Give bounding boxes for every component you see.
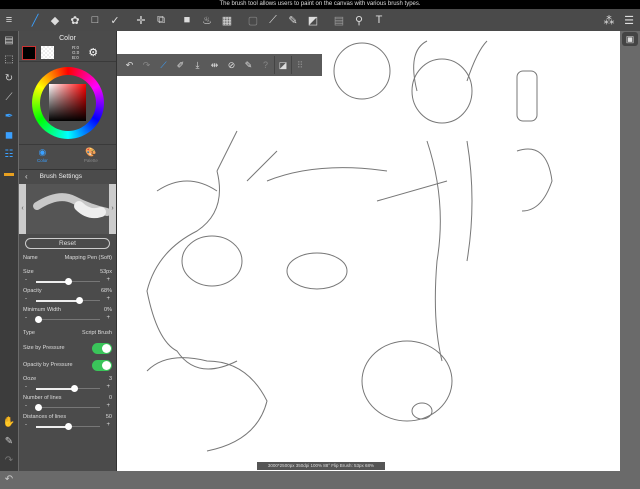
redo-icon[interactable]: ↷ <box>138 56 155 74</box>
name-label: Name <box>23 254 38 261</box>
text-icon[interactable]: T <box>370 11 388 29</box>
ruler-icon[interactable]: ⟋ <box>0 88 18 107</box>
bucket-icon[interactable]: ♨ <box>198 11 216 29</box>
ooze-slider[interactable]: - + <box>23 383 112 393</box>
name-value[interactable]: Mapping Pen (Soft) <box>65 255 112 261</box>
brush-settings-title: Brush Settings <box>39 173 82 180</box>
gear-icon[interactable]: ⚙ <box>88 46 98 59</box>
import-icon[interactable]: ⤓ <box>189 56 206 74</box>
brush-preview: ‹ › <box>19 184 116 234</box>
side-panel: Color R:0 G:0 B:0 ⚙ ◉ Color 🎨 Palette ‹ Br… <box>19 31 117 471</box>
color-panel-title: Color <box>59 35 76 42</box>
eyedropper-icon[interactable]: ✎ <box>0 432 18 451</box>
color-wheel[interactable] <box>31 67 104 139</box>
panel-toggle-icon[interactable]: ▣ <box>622 32 638 46</box>
minwidth-slider[interactable]: - + <box>23 314 112 324</box>
sub-color-swatch[interactable] <box>41 46 54 59</box>
edit-icon[interactable]: ✎ <box>240 56 257 74</box>
b-value: B:0 <box>72 55 79 60</box>
layers-icon[interactable]: ☰ <box>620 11 638 29</box>
check-icon[interactable]: ✓ <box>106 11 124 29</box>
lasso-fill-icon[interactable]: ◩ <box>304 11 322 29</box>
help-icon[interactable]: ? <box>257 56 274 74</box>
type-label: Type <box>23 329 35 336</box>
grip-icon[interactable]: ⠿ <box>291 56 308 74</box>
hand-icon[interactable]: ✋ <box>0 413 18 432</box>
eraser-icon[interactable]: ✐ <box>172 56 189 74</box>
rotate-icon[interactable]: ↻ <box>0 69 18 88</box>
opacity-pressure-label: Opacity by Pressure <box>23 362 73 368</box>
distance-value: 50 <box>105 413 112 420</box>
brush-icon[interactable]: ╱ <box>26 11 44 29</box>
back-icon[interactable]: ‹ <box>19 172 34 181</box>
drawing-canvas[interactable] <box>117 31 620 471</box>
sub-toolbar: ↶ ↷ ⟋ ✐ ⤓ ⇹ ⊘ ✎ ? ◪ ⠿ <box>117 54 322 76</box>
frame-icon[interactable]: ▤ <box>330 11 348 29</box>
minwidth-value: 0% <box>104 306 112 313</box>
tooltip: The brush tool allows users to paint on … <box>0 0 640 9</box>
select-area-icon[interactable]: ▢ <box>244 11 262 29</box>
lines-value: 0 <box>108 394 112 401</box>
brush-select-icon[interactable]: ⟋ <box>155 56 172 74</box>
reset-button[interactable]: Reset <box>25 238 110 249</box>
main-color-swatch[interactable] <box>22 45 36 60</box>
ooze-value: 3 <box>108 375 112 382</box>
transform-icon[interactable]: ⧉ <box>152 11 170 29</box>
next-brush-button[interactable]: › <box>109 184 116 234</box>
eyedropper-icon[interactable]: ⟋ <box>264 11 282 29</box>
tab-color[interactable]: ◉ Color <box>37 147 48 166</box>
brush-settings-icon[interactable]: ✒ <box>0 107 18 126</box>
right-panel: ▣ <box>620 31 640 471</box>
fill-rect-icon[interactable]: ■ <box>178 11 196 29</box>
list-icon[interactable]: ☷ <box>0 145 18 164</box>
palette-strip-icon[interactable]: ▬ <box>0 164 18 183</box>
fill-icon[interactable]: ◪ <box>274 56 291 74</box>
ooze-label: Ooze <box>23 375 37 382</box>
opacity-slider[interactable]: - + <box>23 295 112 305</box>
menu-icon[interactable]: ≡ <box>0 11 18 29</box>
no-snap-icon[interactable]: ⊘ <box>223 56 240 74</box>
materials-icon[interactable]: ⁂ <box>600 11 618 29</box>
size-pressure-toggle[interactable] <box>92 342 112 354</box>
color-icon[interactable]: ◼ <box>0 126 18 145</box>
lines-label: Number of lines <box>23 394 62 401</box>
pages-icon[interactable]: ▤ <box>0 31 18 50</box>
gradient-icon[interactable]: ▦ <box>218 11 236 29</box>
opacity-label: Opacity <box>23 287 42 294</box>
main-toolbar: ≡ ╱ ◆ ✿ □ ✓ ✛ ⧉ ■ ♨ ▦ ▢ ⟋ ✎ ◩ ▤ ⚲ T ⁂ ☰ <box>0 9 640 31</box>
selection-icon[interactable]: ⬚ <box>0 50 18 69</box>
selection-rect-icon[interactable]: □ <box>86 11 104 29</box>
distance-label: Distances of lines <box>23 413 67 420</box>
undo-icon[interactable]: ↶ <box>121 56 138 74</box>
pen-select-icon[interactable]: ✎ <box>284 11 302 29</box>
type-value: Script Brush <box>82 329 112 336</box>
opacity-pressure-toggle[interactable] <box>92 359 112 371</box>
lines-slider[interactable]: - + <box>23 402 112 412</box>
blur-icon[interactable]: ✿ <box>66 11 84 29</box>
size-slider[interactable]: - + <box>23 276 112 286</box>
size-label: Size <box>23 268 34 275</box>
status-bar: 3000*2500px 350dpi 100% 88° Flip Brush: … <box>257 462 385 470</box>
saturation-square[interactable] <box>48 84 86 121</box>
eraser-icon[interactable]: ◆ <box>46 11 64 29</box>
tab-palette[interactable]: 🎨 Palette <box>84 147 98 166</box>
move-icon[interactable]: ✛ <box>132 11 150 29</box>
minwidth-label: Minimum Width <box>23 306 61 313</box>
distance-slider[interactable]: - + <box>23 421 112 431</box>
left-icon-rail: ▤ ⬚ ↻ ⟋ ✒ ◼ ☷ ▬ ✋ ✎ ↷ ↶ <box>0 31 18 485</box>
size-value: 53px <box>100 268 112 275</box>
redo-icon[interactable]: ↷ <box>0 451 18 470</box>
size-pressure-label: Size by Pressure <box>23 345 65 351</box>
opacity-value: 68% <box>100 287 112 294</box>
zoom-icon[interactable]: ⚲ <box>350 11 368 29</box>
flip-icon[interactable]: ⇹ <box>206 56 223 74</box>
